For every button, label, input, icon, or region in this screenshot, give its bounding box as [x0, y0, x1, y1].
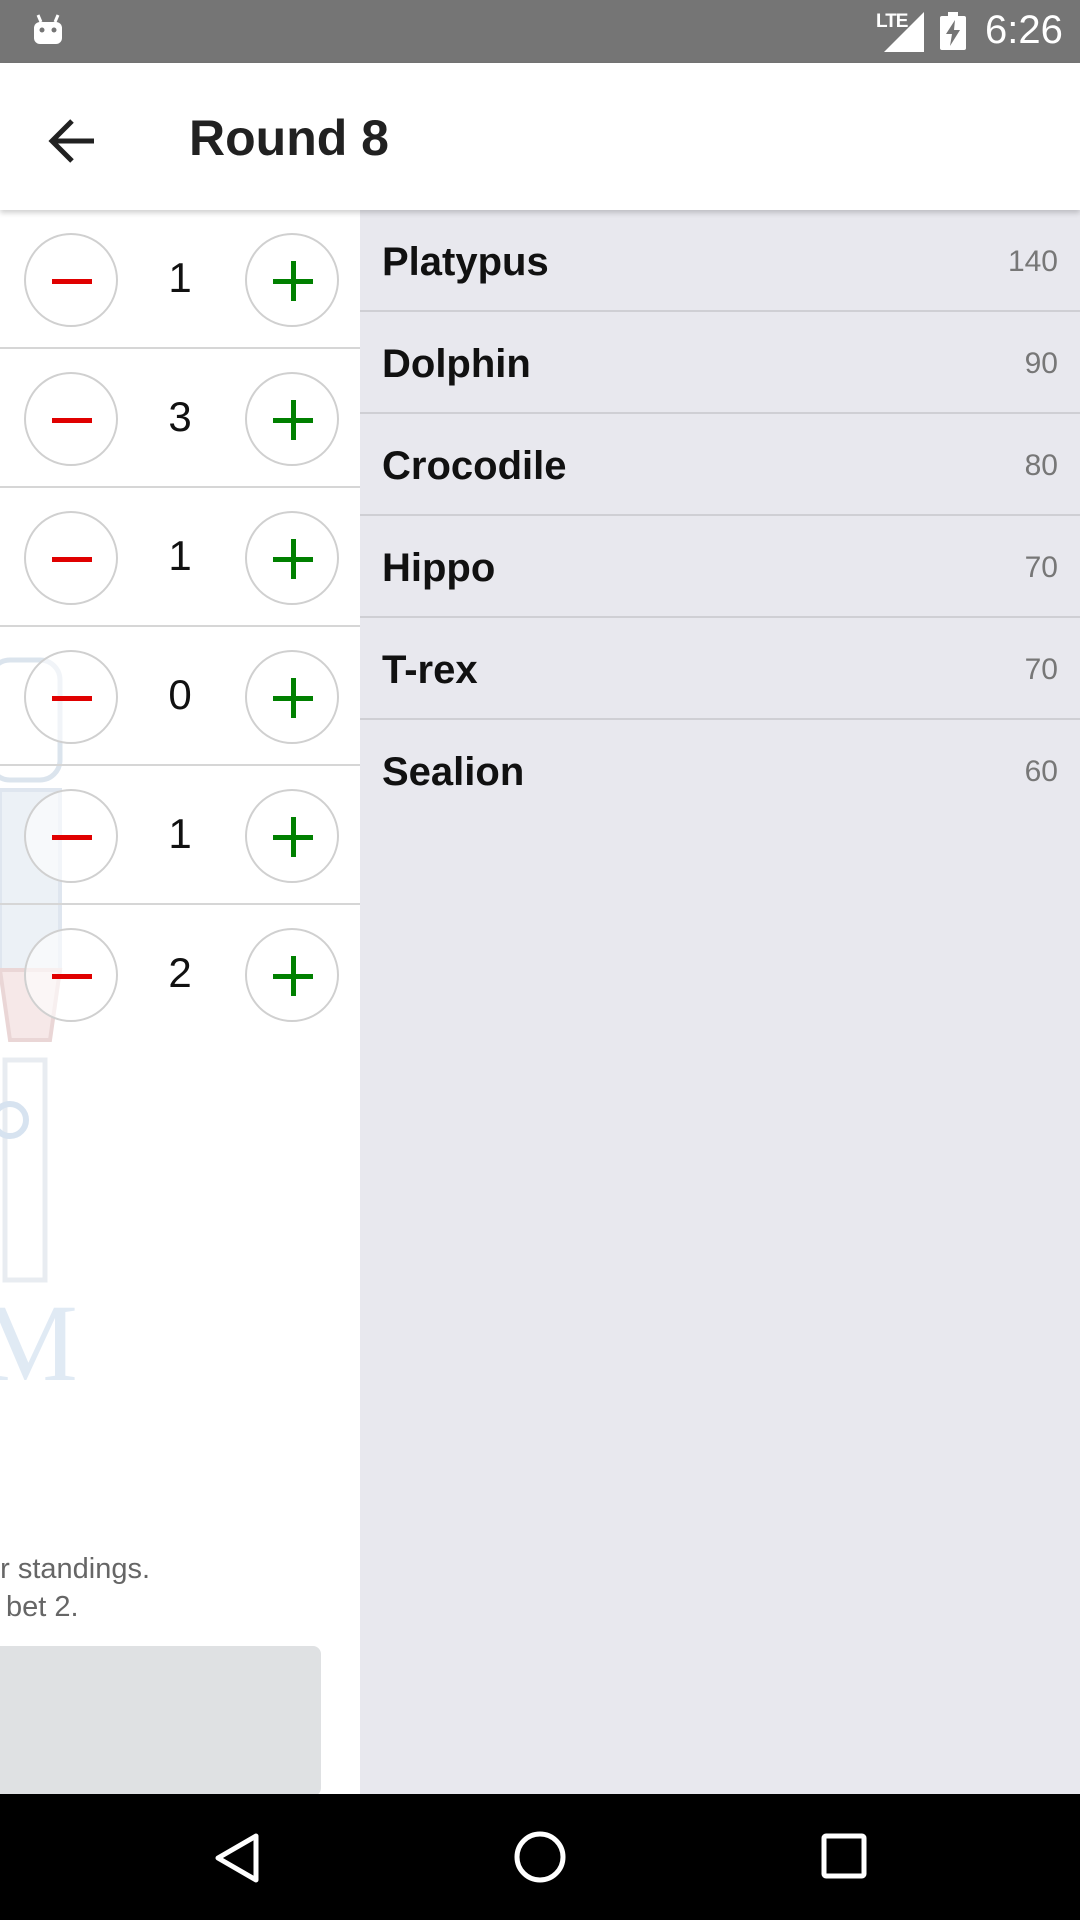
bet-row: 1	[0, 210, 360, 349]
minus-button[interactable]	[24, 511, 118, 605]
player-name: Sealion	[382, 750, 525, 794]
home-circle-icon[interactable]	[513, 1830, 567, 1884]
bet-value: 2	[168, 949, 192, 996]
standing-row[interactable]: Dolphin 90	[360, 312, 1080, 414]
hint-text: er standings. bet 2.	[0, 1550, 360, 1626]
hint-line: er standings.	[0, 1553, 151, 1585]
minus-button[interactable]	[24, 650, 118, 744]
bet-value: 0	[168, 671, 192, 718]
standing-row[interactable]: Hippo 70	[360, 516, 1080, 618]
status-bar: LTE 6:26	[0, 0, 1080, 63]
player-score: 70	[1024, 653, 1058, 686]
standing-row[interactable]: Platypus 140	[360, 210, 1080, 312]
signal-icon	[884, 12, 924, 52]
plus-button[interactable]	[245, 233, 339, 327]
bet-value: 1	[168, 810, 192, 857]
app-bar: Round 8	[0, 63, 1080, 210]
player-name: Crocodile	[382, 444, 567, 488]
android-notification-icon	[34, 14, 62, 44]
standing-row[interactable]: Crocodile 80	[360, 414, 1080, 516]
minus-button[interactable]	[24, 928, 118, 1022]
bet-value: 1	[168, 254, 192, 301]
player-score: 70	[1024, 551, 1058, 584]
player-score: 60	[1024, 755, 1058, 788]
minus-button[interactable]	[24, 233, 118, 327]
bet-row: 1	[0, 488, 360, 627]
player-score: 80	[1024, 449, 1058, 482]
plus-button[interactable]	[245, 789, 339, 883]
navigation-bar	[0, 1794, 1080, 1920]
player-score: 140	[1007, 245, 1058, 278]
plus-button[interactable]	[245, 511, 339, 605]
standing-row[interactable]: Sealion 60	[360, 720, 1080, 822]
bet-value: 3	[168, 393, 192, 440]
plus-button[interactable]	[245, 372, 339, 466]
bet-value: 1	[168, 532, 192, 579]
bet-panel: M 1 3 1 0 1 2 er standings. bet 2.	[0, 210, 360, 1794]
player-name: Dolphin	[382, 342, 531, 386]
arrow-back-icon[interactable]	[44, 113, 100, 169]
minus-button[interactable]	[24, 789, 118, 883]
action-button[interactable]	[0, 1646, 321, 1794]
svg-text:M: M	[0, 1282, 78, 1404]
bet-row: 2	[0, 905, 360, 1044]
player-name: T-rex	[382, 648, 478, 692]
bet-row: 0	[0, 627, 360, 766]
plus-button[interactable]	[245, 650, 339, 744]
player-score: 90	[1024, 347, 1058, 380]
hint-line: bet 2.	[6, 1591, 79, 1623]
back-triangle-icon[interactable]	[212, 1832, 262, 1884]
bet-row: 3	[0, 349, 360, 488]
standings-panel: Platypus 140 Dolphin 90 Crocodile 80 Hip…	[360, 210, 1080, 1794]
battery-charging-icon	[940, 12, 966, 50]
page-title: Round 8	[189, 110, 389, 166]
clock: 6:26	[985, 8, 1063, 52]
plus-button[interactable]	[245, 928, 339, 1022]
recents-square-icon[interactable]	[820, 1832, 868, 1880]
standing-row[interactable]: T-rex 70	[360, 618, 1080, 720]
player-name: Hippo	[382, 546, 496, 590]
minus-button[interactable]	[24, 372, 118, 466]
player-name: Platypus	[382, 240, 549, 284]
bet-row: 1	[0, 766, 360, 905]
